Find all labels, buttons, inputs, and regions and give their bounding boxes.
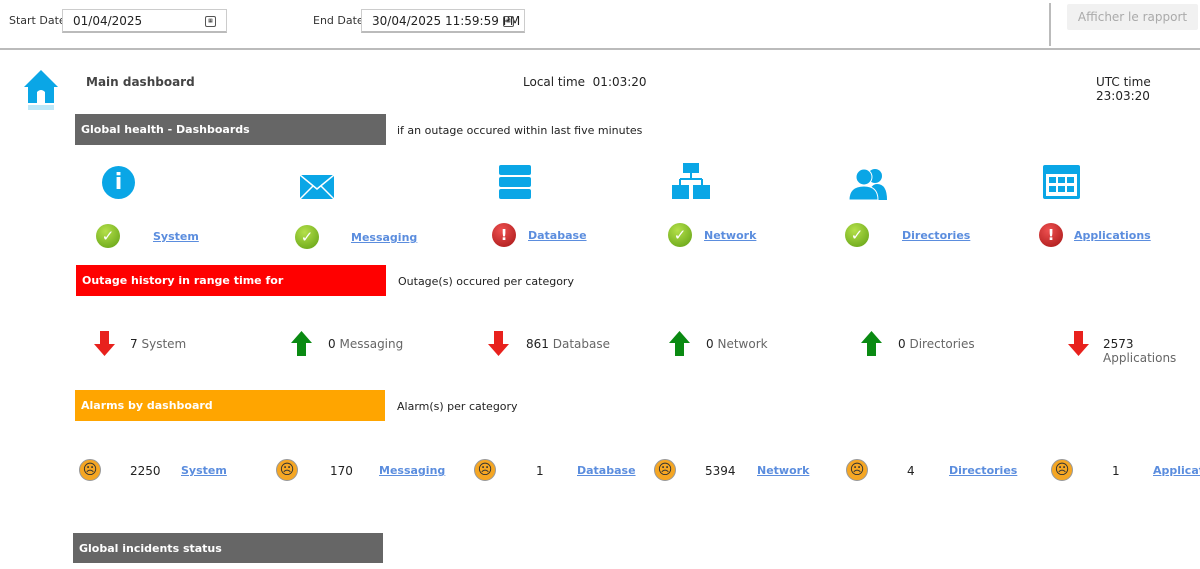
calendar-icon[interactable]: ▦ bbox=[503, 16, 514, 27]
utc-time: UTC time 23:03:20 bbox=[1096, 75, 1151, 103]
toolbar-separator bbox=[0, 48, 1200, 50]
start-date-value: 01/04/2025 bbox=[73, 14, 143, 28]
alarm-count: 170 bbox=[330, 464, 353, 478]
health-link-messaging[interactable]: Messaging bbox=[351, 231, 417, 244]
arrow-down-icon bbox=[94, 331, 115, 356]
alarm-link-database[interactable]: Database bbox=[577, 464, 636, 477]
health-note: if an outage occured within last five mi… bbox=[397, 124, 643, 137]
outage-note: Outage(s) occured per category bbox=[398, 275, 574, 288]
status-error-icon: ! bbox=[492, 223, 516, 247]
show-report-button[interactable]: Afficher le rapport bbox=[1067, 4, 1198, 30]
outage-item: 0 Messaging bbox=[328, 337, 404, 351]
applications-icon bbox=[1043, 165, 1080, 199]
end-date-label: End Date bbox=[313, 14, 364, 27]
status-ok-icon: ✓ bbox=[845, 223, 869, 247]
sad-face-icon: ☹ bbox=[654, 459, 676, 481]
health-link-system[interactable]: System bbox=[153, 230, 199, 243]
alarm-note: Alarm(s) per category bbox=[397, 400, 518, 413]
toolbar-divider bbox=[1049, 3, 1051, 46]
info-icon: i bbox=[102, 166, 135, 199]
incidents-section-header: Global incidents status bbox=[73, 533, 383, 563]
users-icon bbox=[849, 168, 887, 201]
sad-face-icon: ☹ bbox=[1051, 459, 1073, 481]
database-icon bbox=[499, 165, 531, 199]
start-date-label: Start Date bbox=[9, 14, 66, 27]
alarm-count: 4 bbox=[907, 464, 915, 478]
alarm-link-network[interactable]: Network bbox=[757, 464, 809, 477]
start-date-input[interactable]: 01/04/2025 ▦ bbox=[62, 9, 227, 33]
alarm-count: 1 bbox=[536, 464, 544, 478]
calendar-icon[interactable]: ▦ bbox=[205, 16, 216, 27]
alarm-count: 2250 bbox=[130, 464, 161, 478]
status-ok-icon: ✓ bbox=[96, 224, 120, 248]
health-link-applications[interactable]: Applications bbox=[1074, 229, 1151, 242]
end-date-input[interactable]: 30/04/2025 11:59:59 PM ▦ bbox=[361, 9, 525, 33]
status-ok-icon: ✓ bbox=[668, 223, 692, 247]
outage-item: 7 System bbox=[130, 337, 187, 351]
outage-item: 0 Network bbox=[706, 337, 768, 351]
health-section-header: Global health - Dashboards bbox=[75, 114, 386, 145]
health-link-network[interactable]: Network bbox=[704, 229, 756, 242]
arrow-up-icon bbox=[291, 331, 312, 356]
sad-face-icon: ☹ bbox=[846, 459, 868, 481]
page-title: Main dashboard bbox=[86, 75, 195, 89]
sad-face-icon: ☹ bbox=[79, 459, 101, 481]
health-link-database[interactable]: Database bbox=[528, 229, 587, 242]
outage-section-header: Outage history in range time for bbox=[76, 265, 386, 296]
alarm-link-applications[interactable]: Applications bbox=[1153, 464, 1200, 477]
alarm-link-directories[interactable]: Directories bbox=[949, 464, 1017, 477]
sad-face-icon: ☹ bbox=[276, 459, 298, 481]
status-error-icon: ! bbox=[1039, 223, 1063, 247]
home-icon[interactable] bbox=[22, 68, 60, 112]
alarm-link-messaging[interactable]: Messaging bbox=[379, 464, 445, 477]
outage-item: 861 Database bbox=[526, 337, 610, 351]
envelope-icon bbox=[300, 175, 334, 200]
alarm-count: 5394 bbox=[705, 464, 736, 478]
alarm-link-system[interactable]: System bbox=[181, 464, 227, 477]
outage-item: 2573 Applications bbox=[1103, 337, 1177, 365]
outage-item: 0 Directories bbox=[898, 337, 975, 351]
status-ok-icon: ✓ bbox=[295, 225, 319, 249]
sad-face-icon: ☹ bbox=[474, 459, 496, 481]
health-link-directories[interactable]: Directories bbox=[902, 229, 970, 242]
network-icon bbox=[672, 163, 710, 199]
arrow-down-icon bbox=[488, 331, 509, 356]
arrow-down-icon bbox=[1068, 331, 1089, 356]
arrow-up-icon bbox=[669, 331, 690, 356]
end-date-value: 30/04/2025 11:59:59 PM bbox=[372, 14, 521, 28]
arrow-up-icon bbox=[861, 331, 882, 356]
alarm-count: 1 bbox=[1112, 464, 1120, 478]
alarm-section-header: Alarms by dashboard bbox=[75, 390, 385, 421]
local-time: Local time 01:03:20 bbox=[523, 75, 647, 89]
